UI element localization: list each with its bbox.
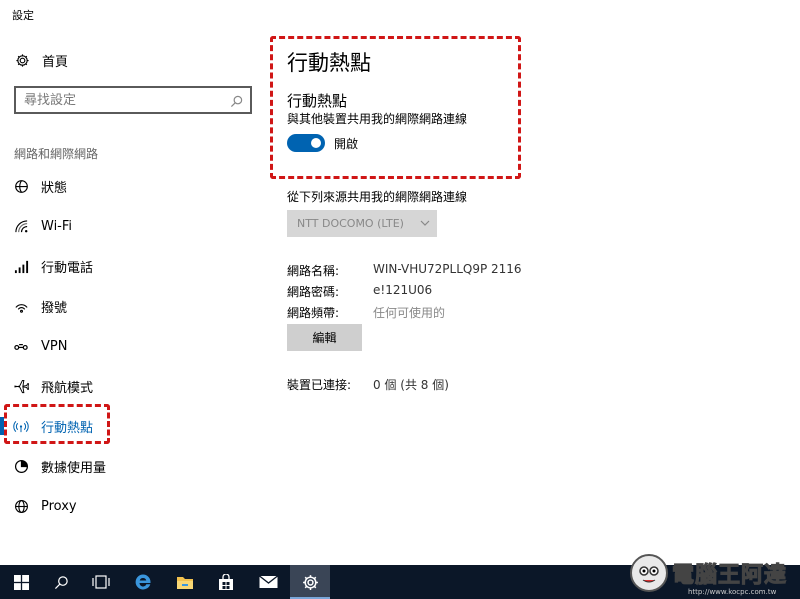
- airplane-icon: [13, 378, 29, 394]
- chevron-down-icon: [420, 218, 430, 227]
- search-icon[interactable]: [41, 565, 81, 599]
- sidebar-item-label: 撥號: [41, 300, 68, 316]
- sidebar-item-label: Wi-Fi: [41, 218, 73, 234]
- store-icon[interactable]: [206, 565, 246, 599]
- sidebar: 首頁 網路和網際網路 狀態 Wi-Fi 行動電話 撥號: [0, 0, 270, 565]
- search-input[interactable]: [16, 88, 216, 112]
- share-from-value: NTT DOCOMO (LTE): [297, 217, 404, 230]
- network-name-value: WIN-VHU72PLLQ9P 2116: [373, 262, 522, 276]
- highlight-box-sidebar: [4, 404, 110, 444]
- sidebar-item-proxy[interactable]: Proxy: [0, 488, 270, 524]
- toggle-state-label: 開啟: [334, 137, 359, 151]
- network-password-value: e!121U06: [373, 283, 433, 297]
- toggle-knob: [311, 138, 321, 148]
- status-icon: [13, 178, 29, 194]
- hotspot-toggle[interactable]: [287, 134, 325, 152]
- hotspot-title: 行動熱點: [287, 92, 348, 110]
- data-usage-icon: [13, 458, 29, 474]
- sidebar-item-label: 狀態: [41, 180, 68, 196]
- devices-label: 裝置已連接:: [287, 378, 352, 392]
- dialup-icon: [13, 298, 29, 314]
- file-explorer-icon[interactable]: [165, 565, 205, 599]
- edge-icon[interactable]: [123, 565, 163, 599]
- edit-button[interactable]: 編輯: [287, 324, 362, 351]
- search-box[interactable]: [14, 86, 252, 114]
- windows-start-icon[interactable]: [1, 565, 41, 599]
- network-band-value: 任何可使用的: [373, 306, 446, 320]
- sidebar-item-vpn[interactable]: VPN: [0, 328, 270, 364]
- watermark-text: 電腦王阿達: [671, 563, 788, 589]
- settings-icon[interactable]: [290, 565, 330, 599]
- page-title: 行動熱點: [287, 51, 371, 75]
- globe-icon: [13, 498, 29, 514]
- wifi-icon: [13, 218, 29, 234]
- hotspot-description: 與其他裝置共用我的網際網路連線: [287, 112, 468, 126]
- sidebar-item-label: 數據使用量: [41, 460, 107, 476]
- sidebar-item-cellular[interactable]: 行動電話: [0, 248, 270, 284]
- search-icon[interactable]: [230, 93, 244, 108]
- share-from-select[interactable]: NTT DOCOMO (LTE): [287, 210, 437, 237]
- sidebar-home-label: 首頁: [42, 54, 69, 70]
- sidebar-item-status[interactable]: 狀態: [0, 168, 270, 204]
- sidebar-item-wifi[interactable]: Wi-Fi: [0, 208, 270, 244]
- vpn-icon: [13, 338, 29, 354]
- sidebar-home[interactable]: 首頁: [14, 50, 68, 70]
- cellular-icon: [13, 258, 29, 274]
- sidebar-item-label: Proxy: [41, 498, 77, 514]
- mascot-icon: [630, 554, 668, 592]
- mail-icon[interactable]: [248, 565, 288, 599]
- watermark-url: http://www.kocpc.com.tw: [688, 588, 777, 596]
- network-password-label: 網路密碼:: [287, 285, 340, 299]
- network-name-label: 網路名稱:: [287, 264, 340, 278]
- sidebar-item-data-usage[interactable]: 數據使用量: [0, 448, 270, 484]
- devices-value: 0 個 (共 8 個): [373, 378, 449, 392]
- gear-icon: [14, 52, 30, 68]
- sidebar-item-label: 飛航模式: [41, 380, 94, 396]
- sidebar-item-dialup[interactable]: 撥號: [0, 288, 270, 324]
- sidebar-item-airplane[interactable]: 飛航模式: [0, 368, 270, 404]
- network-band-label: 網路頻帶:: [287, 306, 340, 320]
- sidebar-item-label: 行動電話: [41, 260, 94, 276]
- section-label: 網路和網際網路: [14, 147, 99, 161]
- task-view-icon[interactable]: [81, 565, 121, 599]
- share-from-label: 從下列來源共用我的網際網路連線: [287, 190, 468, 204]
- sidebar-item-label: VPN: [41, 338, 68, 354]
